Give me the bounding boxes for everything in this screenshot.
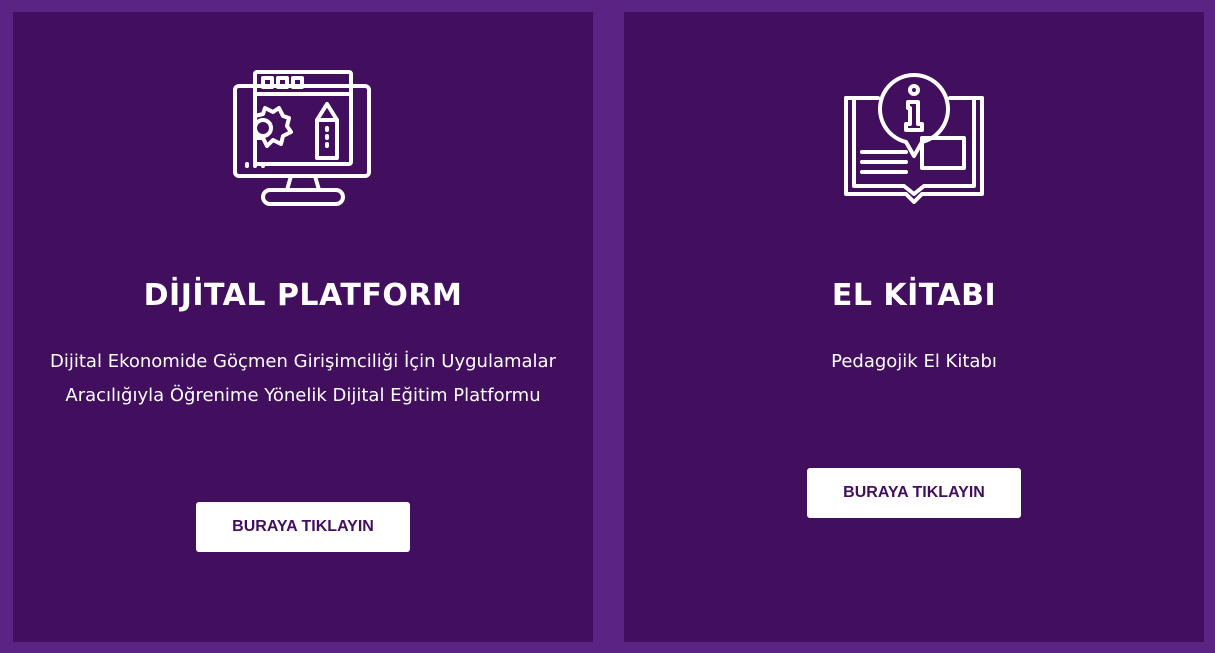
card-description: Dijital Ekonomide Göçmen Girişimciliği İ…: [50, 351, 556, 406]
info-book-icon: [843, 73, 984, 204]
digital-platform-card: DİJİTAL PLATFORM Dijital Ekonomide Göçme…: [13, 12, 593, 642]
card-title: EL KİTABI: [831, 278, 997, 313]
click-here-button[interactable]: BURAYA TIKLAYIN: [807, 468, 1021, 518]
computer-design-icon: [233, 70, 371, 206]
card-title: DİJİTAL PLATFORM: [143, 278, 463, 313]
handbook-card: EL KİTABI Pedagojik El Kitabı BURAYA TIK…: [624, 12, 1204, 642]
card-description: Pedagojik El Kitabı: [831, 351, 997, 372]
click-here-button[interactable]: BURAYA TIKLAYIN: [196, 502, 410, 552]
